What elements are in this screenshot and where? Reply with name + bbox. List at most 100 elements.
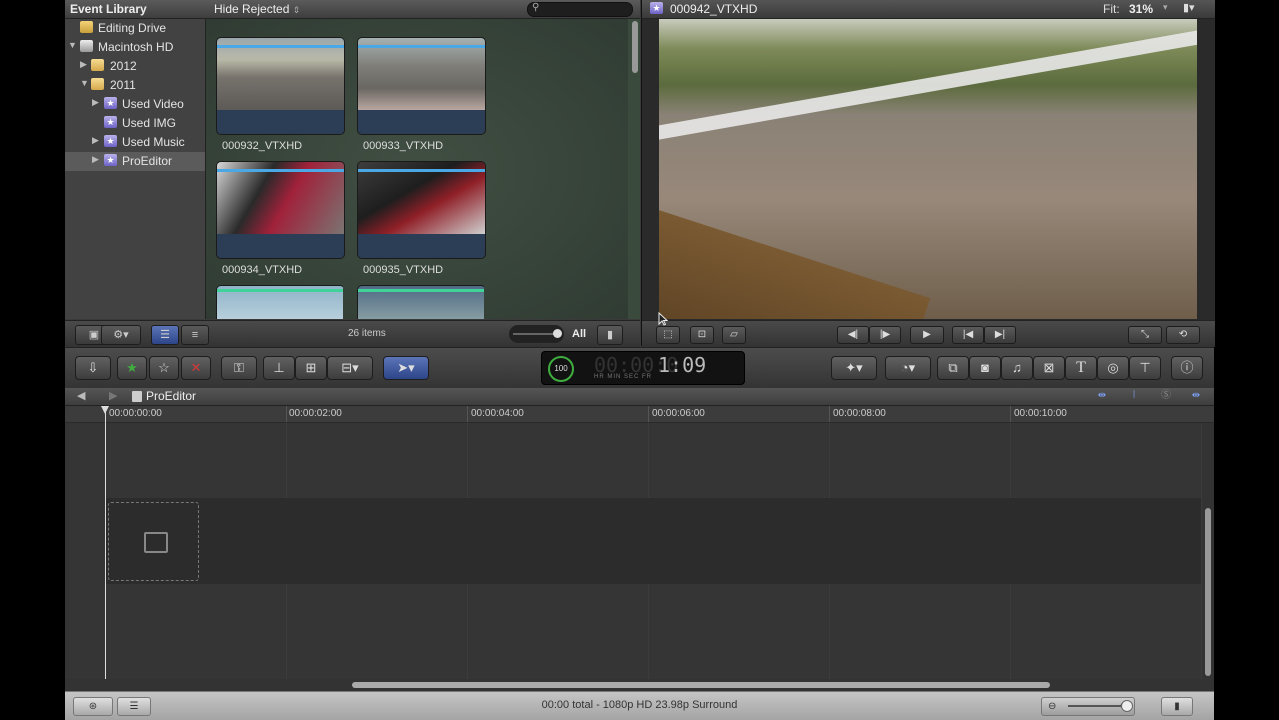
append-clip-button[interactable]: ⊟▾ [327,356,373,380]
clip-thumbnail[interactable] [216,37,345,135]
audio-skimming-icon[interactable]: ⦚ [1123,389,1145,403]
switch-icon[interactable]: ▮▾ [1183,1,1195,14]
clip-filter-popup[interactable]: Hide Rejected ⇕ [214,2,300,16]
timeline-ruler[interactable]: 00:00:00:00 00:00:02:00 00:00:04:00 00:0… [65,406,1214,423]
library-item-label: 2011 [110,78,136,92]
list-view-button[interactable]: ≡ [181,325,209,345]
disclosure-triangle-icon[interactable]: ▶ [92,154,99,165]
viewer-zoom-popup[interactable]: 31% [1129,2,1153,16]
reject-x-icon: ✕ [190,360,202,375]
select-tool-button[interactable]: ➤▾ [383,356,429,380]
disclosure-triangle-icon[interactable]: ▶ [80,59,87,70]
crop-button[interactable]: ⊡ [690,326,714,344]
loop-button[interactable]: ⟲ [1166,326,1200,344]
library-item-macintosh-hd[interactable]: ▼ Macintosh HD [65,38,205,57]
event-star-icon: ★ [104,97,117,109]
go-to-start-button[interactable]: |◀ [952,326,984,344]
action-menu-button[interactable]: ⚙▾ [101,325,141,345]
library-item-used-music[interactable]: ▶ ★ Used Music [65,133,205,152]
favorite-button[interactable]: ★ [117,356,147,380]
zoom-out-icon[interactable]: ⊖ [1048,698,1056,715]
primary-storyline[interactable] [105,498,1201,584]
dashboard-timecode[interactable]: 100 00:00:0 1:09 HR MIN SEC FR [541,351,745,385]
playhead[interactable] [105,406,106,680]
clip-size-slider[interactable] [509,325,564,343]
import-media-button[interactable]: ⇩ [75,356,111,380]
zoom-all-label[interactable]: All [572,328,586,340]
timeline-horizontal-scrollbar[interactable] [65,679,1214,691]
clip-item[interactable]: 000933_VTXHD [357,37,486,152]
timeline-zoom-slider[interactable] [1068,705,1128,707]
viewer-panel: ★ 000942_VTXHD Fit: 31% ▾ ▮▾ ⬚ ⊡ ▱ ◀| |▶… [641,0,1215,347]
empty-storyline-placeholder[interactable] [108,502,199,581]
go-to-end-button[interactable]: ▶| [984,326,1016,344]
themes-browser-button[interactable]: ⊤ [1129,356,1161,380]
distort-button[interactable]: ▱ [722,326,746,344]
timeline-area[interactable] [65,423,1201,679]
clip-thumbnail[interactable] [357,37,486,135]
library-item-used-img[interactable]: ★ Used IMG [65,114,205,133]
forward-arrow-icon[interactable]: ▶ [109,389,117,402]
search-field[interactable]: ⚲ [527,2,633,17]
item-count: 26 items [348,328,386,339]
filmstrip-view-button[interactable]: ☰ [151,325,179,345]
insert-icon: ⊞ [305,360,317,375]
disclosure-triangle-icon[interactable]: ▼ [68,40,77,50]
effects-browser-button[interactable]: ⧉ [937,356,969,380]
library-item-proeditor[interactable]: ▶ ★ ProEditor [65,152,205,171]
retiming-button[interactable]: ◔▾ [885,356,931,380]
clip-name: 000934_VTXHD [222,264,303,276]
music-browser-button[interactable]: ♫ [1001,356,1033,380]
transform-button[interactable]: ⬚ [656,326,680,344]
background-tasks-indicator[interactable]: 100 [548,356,574,382]
slider-knob[interactable] [553,329,562,338]
back-arrow-icon[interactable]: ◀ [77,389,85,402]
play-button[interactable]: ▶ [910,326,944,344]
browser-scrollbar[interactable] [632,21,638,73]
titles-browser-button[interactable]: T [1065,356,1097,380]
transitions-browser-button[interactable]: ⊠ [1033,356,1065,380]
chevron-down-icon[interactable]: ▾ [1163,2,1168,13]
clip-item[interactable]: 000934_VTXHD [216,161,345,276]
clip-item[interactable]: 000932_VTXHD [216,37,345,152]
connect-clip-button[interactable]: ⊥ [263,356,295,380]
skimming-toggle-icon[interactable]: ⇹ [1091,389,1113,403]
generators-browser-button[interactable]: ◎ [1097,356,1129,380]
reject-button[interactable]: ✕ [181,356,211,380]
unrate-button[interactable]: ☆ [149,356,179,380]
clip-thumbnail[interactable] [216,161,345,259]
solo-icon[interactable]: Ⓢ [1155,389,1177,403]
clip-item[interactable] [216,285,343,319]
keyword-editor-button[interactable]: ⚿ [221,356,257,380]
previous-frame-button[interactable]: ◀| [837,326,869,344]
enhancements-button[interactable]: ✦▾ [831,356,877,380]
clip-thumbnail[interactable] [357,285,484,319]
disclosure-triangle-icon[interactable]: ▶ [92,135,99,146]
clip-appearance-toggle[interactable]: ▮ [1161,697,1193,716]
photos-browser-button[interactable]: ◙ [969,356,1001,380]
skip-back-icon: |◀ [962,329,974,340]
library-item-used-video[interactable]: ▶ ★ Used Video [65,95,205,114]
clip-item[interactable]: 000935_VTXHD [357,161,486,276]
video-frame[interactable] [659,19,1197,319]
disclosure-triangle-icon[interactable]: ▶ [92,97,99,108]
disclosure-triangle-icon[interactable]: ▼ [80,78,89,88]
snapping-icon[interactable]: ⇹ [1185,389,1207,403]
clip-item[interactable] [357,285,484,319]
inspector-button[interactable]: ⓘ [1171,356,1203,380]
library-item-2011[interactable]: ▼ 2011 [65,76,205,95]
ruler-tick: 00:00:08:00 [833,408,886,419]
magic-wand-icon: ✦▾ [845,360,863,375]
search-icon: ⚲ [532,2,540,13]
library-item-2012[interactable]: ▶ 2012 [65,57,205,76]
insert-clip-button[interactable]: ⊞ [295,356,327,380]
next-frame-button[interactable]: |▶ [869,326,901,344]
clip-thumbnail[interactable] [357,161,486,259]
timeline-vertical-scrollbar[interactable] [1202,423,1214,679]
library-item-editing-drive[interactable]: Editing Drive [65,19,205,38]
clip-appearance-button[interactable]: ▮ [597,325,623,345]
slider-knob[interactable] [1121,700,1133,712]
clip-thumbnail[interactable] [216,285,343,319]
fullscreen-button[interactable]: ⤡ [1128,326,1162,344]
expand-icon: ⤡ [1141,329,1149,340]
